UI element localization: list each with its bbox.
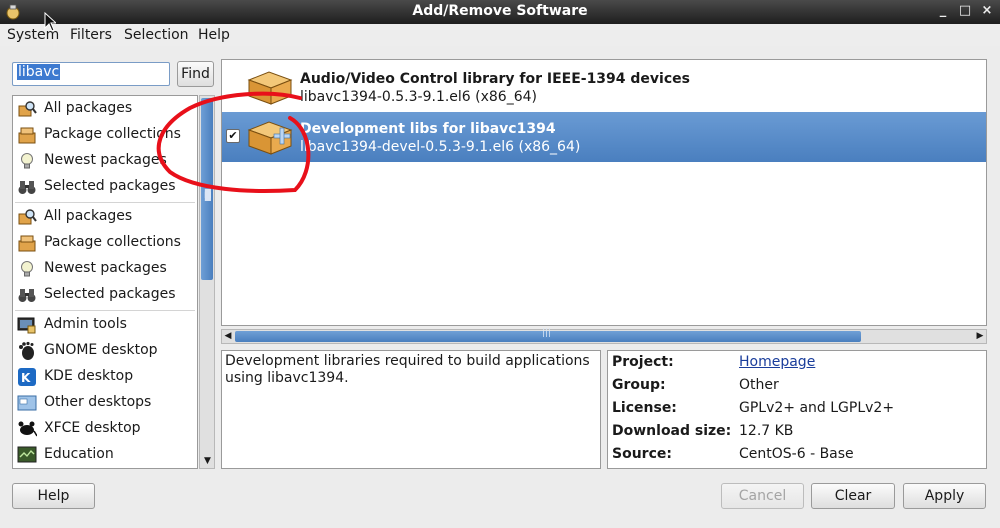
binoculars-icon — [18, 289, 36, 302]
chevron-left-icon[interactable]: ◀ — [222, 330, 234, 343]
binoculars-icon — [18, 181, 36, 194]
cancel-button[interactable]: Cancel — [721, 483, 804, 509]
sidebar-item-label: KDE desktop — [44, 368, 134, 384]
package-row[interactable]: Audio/Video Control library for IEEE-139… — [222, 62, 986, 112]
kde-gear-icon: K — [18, 368, 36, 386]
detail-key: Project: — [612, 354, 674, 370]
sidebar-item-selected-packages[interactable]: Selected packages — [13, 283, 197, 307]
lightbulb-icon — [21, 153, 33, 169]
package-collection-icon — [18, 127, 36, 144]
chevron-down-icon[interactable]: ▼ — [201, 455, 214, 467]
other-desktops-icon — [17, 395, 37, 411]
admin-tools-icon — [17, 317, 36, 334]
sidebar-item-label: GNOME desktop — [44, 342, 158, 358]
education-icon — [17, 446, 37, 463]
sidebar-item-newest-packages[interactable]: Newest packages — [13, 257, 197, 281]
sidebar-separator — [15, 310, 195, 311]
sidebar-item-kde-desktop[interactable]: K KDE desktop — [13, 365, 197, 389]
search-input[interactable]: libavc — [12, 62, 170, 86]
sidebar-separator — [15, 202, 195, 203]
lightbulb-icon — [21, 261, 33, 277]
grip-icon: ■ ■ ■ — [204, 187, 212, 202]
minimize-button[interactable]: _ — [934, 2, 952, 20]
find-button[interactable]: Find — [177, 61, 214, 87]
sidebar-item-package-collections[interactable]: Package collections — [13, 123, 197, 147]
package-collection-icon — [18, 235, 36, 252]
package-box-icon — [247, 71, 293, 105]
package-name: Audio/Video Control library for IEEE-139… — [300, 71, 690, 87]
package-version: libavc1394-devel-0.5.3-9.1.el6 (x86_64) — [300, 139, 581, 155]
window-title: Add/Remove Software — [412, 3, 588, 19]
detail-row-source: Source: CentOS-6 - Base — [612, 444, 984, 464]
sidebar-item-label: Newest packages — [44, 260, 167, 276]
svg-text:K: K — [21, 371, 31, 385]
sidebar-item-label: Selected packages — [44, 286, 176, 302]
gnome-foot-icon — [19, 341, 34, 360]
sidebar-item-label: XFCE desktop — [44, 420, 141, 436]
sidebar-item-label: All packages — [44, 208, 133, 224]
menu-bar: System Filters Selection Help — [0, 24, 1000, 46]
package-list: Audio/Video Control library for IEEE-139… — [221, 59, 987, 326]
package-description: Development libraries required to build … — [221, 350, 601, 469]
menu-help[interactable]: Help — [198, 27, 230, 43]
detail-row-group: Group: Other — [612, 375, 984, 395]
clear-button[interactable]: Clear — [811, 483, 895, 509]
search-input-value: libavc — [17, 64, 61, 80]
title-bar: Add/Remove Software _ □ × — [0, 0, 1000, 24]
sidebar-item-label: All packages — [44, 100, 133, 116]
detail-value: 12.7 KB — [739, 423, 794, 439]
package-version: libavc1394-0.5.3-9.1.el6 (x86_64) — [300, 89, 537, 105]
package-details: Project: Homepage Group: Other License: … — [607, 350, 987, 469]
homepage-link[interactable]: Homepage — [739, 354, 815, 370]
package-name: Development libs for libavc1394 — [300, 121, 556, 137]
close-button[interactable]: × — [978, 2, 996, 20]
mouse-cursor-icon — [44, 12, 56, 32]
xfce-mouse-icon — [18, 421, 37, 437]
detail-key: Source: — [612, 446, 672, 462]
sidebar-item-xfce-desktop[interactable]: XFCE desktop — [13, 417, 197, 441]
detail-row-project: Project: Homepage — [612, 352, 984, 372]
detail-key: License: — [612, 400, 677, 416]
detail-value: Other — [739, 377, 779, 393]
sidebar-item-label: Other desktops — [44, 394, 152, 410]
help-button[interactable]: Help — [12, 483, 95, 509]
apply-button[interactable]: Apply — [903, 483, 986, 509]
sidebar-item-label: Education — [44, 446, 114, 462]
menu-selection[interactable]: Selection — [124, 27, 189, 43]
detail-value: GPLv2+ and LGPLv2+ — [739, 400, 895, 416]
menu-filters[interactable]: Filters — [70, 27, 112, 43]
sidebar-item-label: Package collections — [44, 234, 181, 250]
package-row-selected[interactable]: ✔ Development libs for libavc1394 libavc… — [222, 112, 986, 162]
sidebar-scrollbar[interactable]: ■ ■ ■ ▼ — [199, 95, 215, 469]
search-package-icon — [18, 209, 37, 225]
sidebar-item-gnome-desktop[interactable]: GNOME desktop — [13, 339, 197, 363]
sidebar-item-education[interactable]: Education — [13, 443, 197, 467]
detail-key: Group: — [612, 377, 666, 393]
grip-icon: ||| — [542, 328, 552, 338]
detail-row-license: License: GPLv2+ and LGPLv2+ — [612, 398, 984, 418]
sidebar-item-all-packages[interactable]: All packages — [13, 97, 197, 121]
detail-value: CentOS-6 - Base — [739, 446, 854, 462]
install-checkbox[interactable]: ✔ — [226, 129, 240, 143]
package-list-scrollbar[interactable]: ◀ ||| ▶ — [221, 328, 987, 344]
package-install-icon — [247, 121, 293, 155]
sidebar-item-label: Package collections — [44, 126, 181, 142]
search-package-icon — [18, 101, 37, 117]
sidebar-item-admin-tools[interactable]: Admin tools — [13, 313, 197, 337]
sidebar-item-other-desktops[interactable]: Other desktops — [13, 391, 197, 415]
sidebar-item-newest-packages[interactable]: Newest packages — [13, 149, 197, 173]
sidebar-item-selected-packages[interactable]: Selected packages — [13, 175, 197, 199]
group-list: All packages Package collections Newest … — [12, 95, 198, 469]
detail-key: Download size: — [612, 423, 732, 439]
sidebar-item-label: Admin tools — [44, 316, 127, 332]
sidebar-item-label: Selected packages — [44, 178, 176, 194]
sidebar-item-all-packages[interactable]: All packages — [13, 205, 197, 229]
sidebar-item-package-collections[interactable]: Package collections — [13, 231, 197, 255]
detail-row-download-size: Download size: 12.7 KB — [612, 421, 984, 441]
sidebar-item-label: Newest packages — [44, 152, 167, 168]
maximize-button[interactable]: □ — [956, 2, 974, 20]
chevron-right-icon[interactable]: ▶ — [974, 330, 986, 343]
